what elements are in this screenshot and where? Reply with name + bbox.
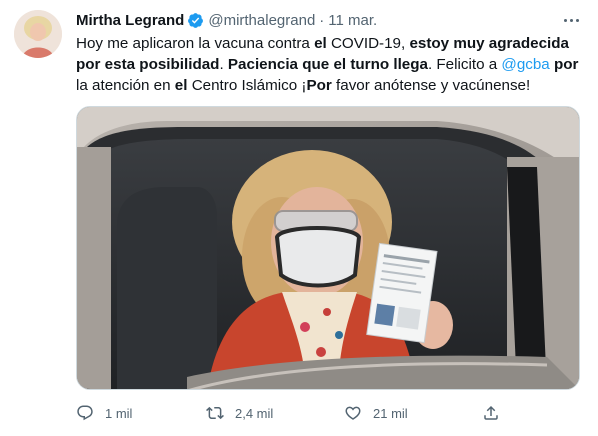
like-count: 21 mil <box>373 405 408 421</box>
avatar[interactable] <box>14 10 62 58</box>
like-button[interactable]: 21 mil <box>344 402 408 424</box>
share-button[interactable] <box>482 402 511 424</box>
avatar-image <box>14 10 62 58</box>
mention-link[interactable]: @gcba <box>501 56 549 73</box>
share-icon <box>484 405 498 420</box>
retweet-button[interactable]: 2,4 mil <box>206 402 273 424</box>
author-handle[interactable]: @mirthalegrand <box>208 12 315 29</box>
reply-count: 1 mil <box>105 405 133 421</box>
heart-icon <box>345 406 361 420</box>
author-name[interactable]: Mirtha Legrand <box>76 12 184 29</box>
tweet-text-bold: Por <box>306 77 332 94</box>
tweet-text-segment: Centro Islámico ¡ <box>187 77 307 94</box>
retweet-icon <box>206 406 224 420</box>
tweet-date[interactable]: 11 mar. <box>328 12 377 29</box>
tweet-text-bold: por <box>554 56 579 73</box>
tweet-text-bold: el <box>174 77 188 94</box>
retweet-count: 2,4 mil <box>235 405 274 421</box>
tweet-card[interactable]: Mirtha Legrand @mirthalegrand · 11 mar. … <box>0 0 598 436</box>
tweet-text-segment: favor anótense y vacúnense! <box>331 77 531 94</box>
more-options-icon[interactable] <box>560 12 582 28</box>
separator-dot: · <box>319 11 325 29</box>
tweet-actions: 1 mil 2,4 mil 21 mil <box>76 402 586 424</box>
tweet-header: Mirtha Legrand @mirthalegrand · 11 mar. <box>76 10 377 30</box>
reply-icon <box>77 405 93 421</box>
tweet-text-bold: el <box>314 35 327 52</box>
tweet-photo[interactable] <box>76 106 580 390</box>
tweet-text-segment: la atención en <box>76 77 175 94</box>
tweet-text-segment: COVID-19, <box>326 35 410 52</box>
tweet-text-bold: Paciencia que el turno llega <box>227 56 428 73</box>
tweet-text-segment: . Felicito a <box>427 56 502 73</box>
tweet-text-segment: . <box>219 56 228 73</box>
tweet-text-segment: Hoy me aplicaron la vacuna contra <box>76 35 315 52</box>
verified-badge-icon <box>188 12 204 28</box>
tweet-text: Hoy me aplicaron la vacuna contra el COV… <box>76 33 586 96</box>
photo-woman-in-car <box>77 107 579 389</box>
reply-button[interactable]: 1 mil <box>76 402 132 424</box>
